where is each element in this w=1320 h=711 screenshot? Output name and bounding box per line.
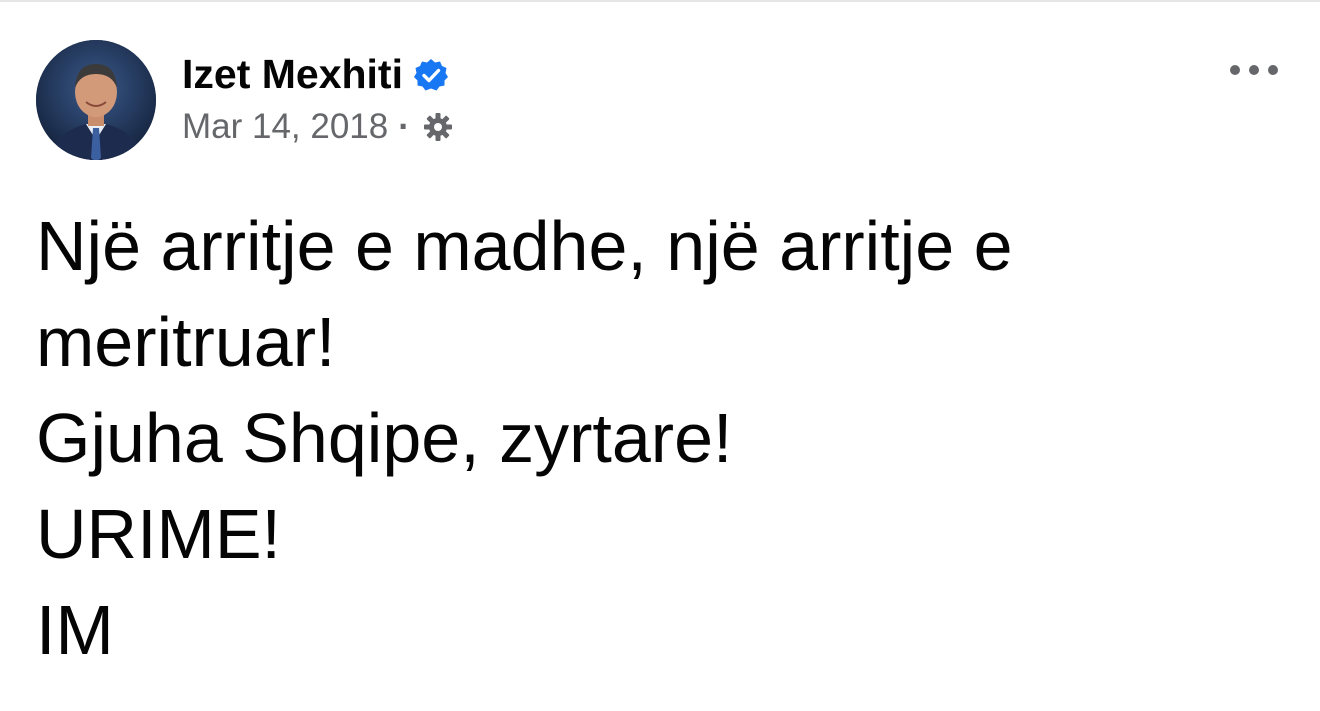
post-text: Një arritje e madhe, një arritje e merit… xyxy=(36,198,1286,678)
post-meta: Mar 14, 2018 · xyxy=(182,106,454,148)
post-timestamp[interactable]: Mar 14, 2018 xyxy=(182,106,388,148)
meta-separator: · xyxy=(398,107,410,146)
post-text-line: Gjuha Shqipe, zyrtare! xyxy=(36,399,733,477)
post-text-line: URIME! xyxy=(36,495,281,573)
author-avatar[interactable] xyxy=(36,40,156,160)
post-text-line: IM xyxy=(36,591,114,669)
post-text-line: Një arritje e madhe, një arritje e xyxy=(36,207,1013,285)
author-header: Izet Mexhiti xyxy=(182,50,449,99)
gear-icon[interactable] xyxy=(422,111,454,143)
top-divider xyxy=(0,0,1320,2)
author-name[interactable]: Izet Mexhiti xyxy=(182,50,403,99)
person-portrait-icon xyxy=(36,40,156,160)
more-options-icon xyxy=(1230,65,1278,75)
post-text-line: meritruar! xyxy=(36,303,336,381)
more-options-button[interactable] xyxy=(1222,50,1286,90)
verified-badge-icon xyxy=(413,58,448,91)
